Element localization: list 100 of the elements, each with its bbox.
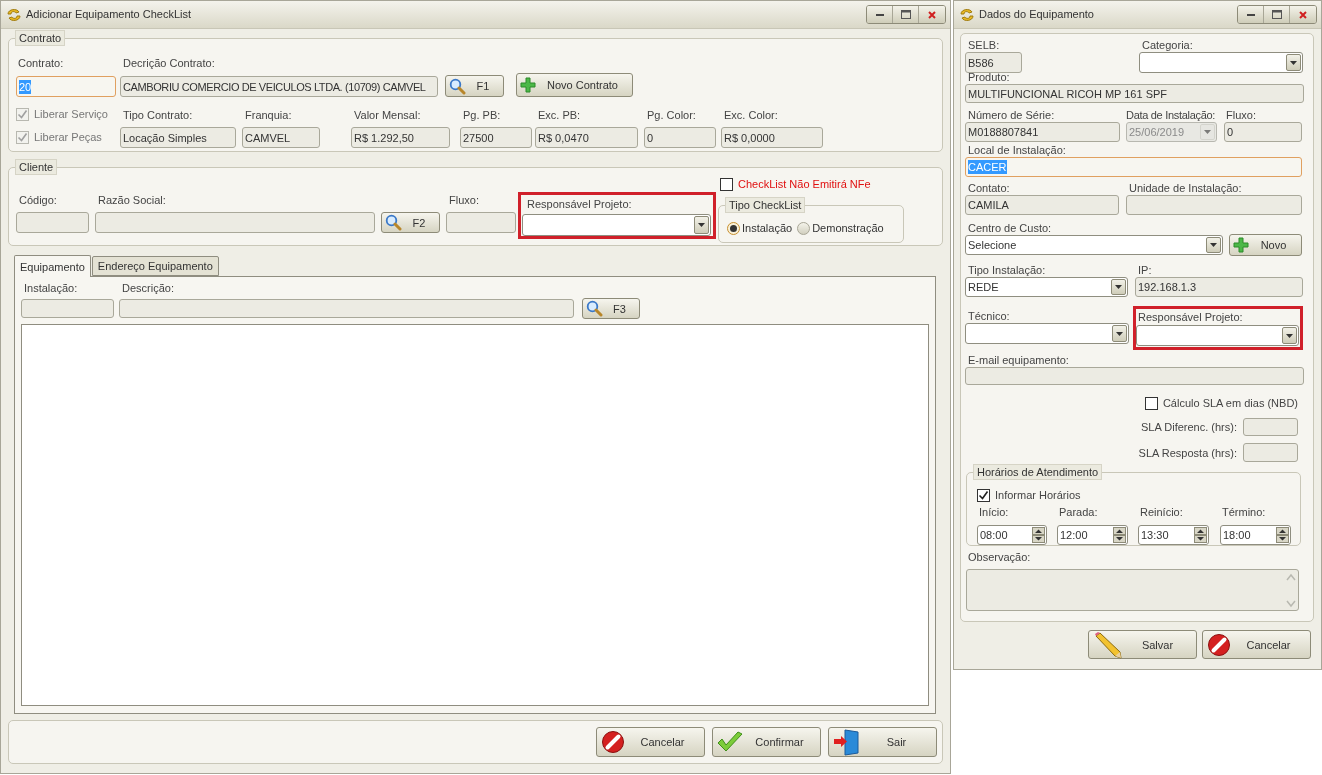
field-label: SELB: — [967, 38, 1001, 52]
radio-button[interactable] — [727, 221, 740, 235]
text-field[interactable]: Locação Simples — [120, 127, 236, 148]
field-label: Franquia: — [244, 108, 293, 122]
spinner-arrows-icon — [1032, 527, 1045, 543]
time-spinner[interactable]: 12:00 — [1057, 525, 1128, 545]
checkbox-label: Liberar Serviço — [34, 107, 108, 121]
dropdown[interactable] — [1136, 325, 1299, 346]
field-label: Observação: — [967, 550, 1032, 564]
group-label: Contrato — [15, 30, 66, 46]
text-field[interactable] — [446, 212, 516, 233]
field-label: Tipo Contrato: — [122, 108, 194, 122]
text-field[interactable]: MULTIFUNCIONAL RICOH MP 161 SPF — [965, 84, 1304, 103]
spinner-arrows-icon — [1113, 527, 1126, 543]
cancel-button[interactable]: Cancelar — [596, 727, 705, 757]
text-field[interactable]: M0188807841 — [965, 122, 1120, 142]
radio-label: Instalação — [742, 221, 793, 235]
search-button[interactable]: F3 — [582, 298, 640, 319]
field-label: Produto: — [967, 70, 1011, 84]
cancel-button[interactable]: Cancelar — [1202, 630, 1311, 659]
text-field[interactable] — [1126, 195, 1302, 215]
caret-icon — [1115, 285, 1122, 289]
checkbox[interactable] — [977, 488, 990, 502]
text-field[interactable]: 192.168.1.3 — [1135, 277, 1303, 297]
exit-button[interactable]: Sair — [828, 727, 937, 757]
checkbox[interactable] — [720, 177, 733, 191]
save-button[interactable]: Salvar — [1088, 630, 1197, 659]
field-label: E-mail equipamento: — [967, 353, 1070, 367]
field-label: SLA Diferenc. (hrs): — [1141, 420, 1237, 434]
minimize-button[interactable] — [867, 6, 893, 23]
checkmark-icon — [17, 131, 28, 143]
text-field[interactable] — [95, 212, 375, 233]
dropdown[interactable] — [1139, 52, 1303, 73]
new-button[interactable]: Novo — [1229, 234, 1302, 256]
maximize-button[interactable] — [893, 6, 919, 23]
text-field[interactable]: R$ 0,0470 — [535, 127, 638, 148]
search-button[interactable]: F2 — [381, 212, 440, 233]
search-icon — [385, 214, 402, 231]
door-exit-icon — [833, 728, 861, 756]
dropdown[interactable] — [522, 214, 711, 236]
confirm-button[interactable]: Confirmar — [712, 727, 821, 757]
text-field[interactable]: 0 — [1224, 122, 1302, 142]
field-label: Centro de Custo: — [967, 221, 1053, 235]
checkbox[interactable] — [1144, 396, 1158, 410]
dropdown[interactable]: REDE — [965, 277, 1128, 297]
group-label: Cliente — [15, 159, 58, 175]
field-label: Reinício: — [1139, 505, 1184, 519]
text-field[interactable]: CAMBORIU COMERCIO DE VEICULOS LTDA. (10709) CAMVEL — [120, 76, 438, 97]
checkbox-label: CheckList Não Emitirá NFe — [738, 177, 871, 191]
caret-icon — [1116, 331, 1123, 336]
field-label: Contrato: — [17, 56, 65, 70]
maximize-icon — [900, 10, 911, 19]
text-field[interactable]: 27500 — [460, 127, 532, 148]
maximize-icon — [1271, 10, 1282, 19]
tab[interactable]: Endereço Equipamento — [91, 256, 219, 276]
new-contract-button[interactable]: Novo Contrato — [516, 73, 633, 97]
field-label: Técnico: — [967, 309, 1011, 323]
minimize-button[interactable] — [1238, 6, 1264, 23]
text-field[interactable] — [119, 299, 574, 318]
caret-icon — [1210, 243, 1217, 247]
close-button[interactable] — [1290, 6, 1316, 23]
radio-button[interactable] — [797, 221, 811, 235]
text-field[interactable]: R$ 1.292,50 — [351, 127, 450, 148]
field-label: SLA Resposta (hrs): — [1138, 445, 1237, 460]
time-spinner[interactable]: 13:30 — [1138, 525, 1209, 545]
maximize-button[interactable] — [1264, 6, 1290, 23]
time-spinner[interactable]: 08:00 — [977, 525, 1047, 545]
caret-icon — [1286, 333, 1293, 338]
text-field[interactable] — [21, 299, 114, 318]
field-label: Fluxo: — [1225, 108, 1257, 122]
field-label: Razão Social: — [97, 193, 167, 207]
search-icon — [449, 77, 466, 95]
close-button[interactable] — [919, 6, 945, 23]
field-label: IP: — [1137, 263, 1153, 277]
text-field[interactable]: R$ 0,0000 — [721, 127, 823, 148]
checkmark-icon — [17, 108, 28, 120]
text-field[interactable]: B586 — [965, 52, 1022, 73]
text-area[interactable] — [966, 569, 1299, 611]
minimize-icon — [1246, 13, 1255, 16]
text-field[interactable] — [965, 367, 1304, 385]
field-label: Tipo Instalação: — [967, 263, 1047, 277]
text-field[interactable] — [1243, 443, 1298, 462]
dropdown[interactable] — [965, 323, 1129, 344]
search-button[interactable]: F1 — [445, 75, 504, 97]
minimize-icon — [875, 13, 884, 16]
tab[interactable]: Equipamento — [14, 255, 91, 277]
close-icon — [1299, 10, 1307, 19]
field-label: Local de Instalação: — [967, 143, 1067, 157]
time-spinner[interactable]: 18:00 — [1220, 525, 1291, 545]
field-label: Categoria: — [1141, 38, 1194, 52]
text-field[interactable] — [16, 212, 89, 233]
text-field[interactable]: CAMVEL — [242, 127, 320, 148]
dropdown[interactable]: Selecione — [965, 235, 1223, 255]
field-label: Número de Série: — [967, 108, 1056, 122]
field-label: Exc. PB: — [537, 108, 582, 122]
checkmark-icon — [978, 489, 989, 501]
field-label: Valor Mensal: — [353, 108, 422, 122]
text-field[interactable] — [1243, 418, 1298, 436]
text-field[interactable]: CAMILA — [965, 195, 1119, 215]
text-field[interactable]: 0 — [644, 127, 716, 148]
